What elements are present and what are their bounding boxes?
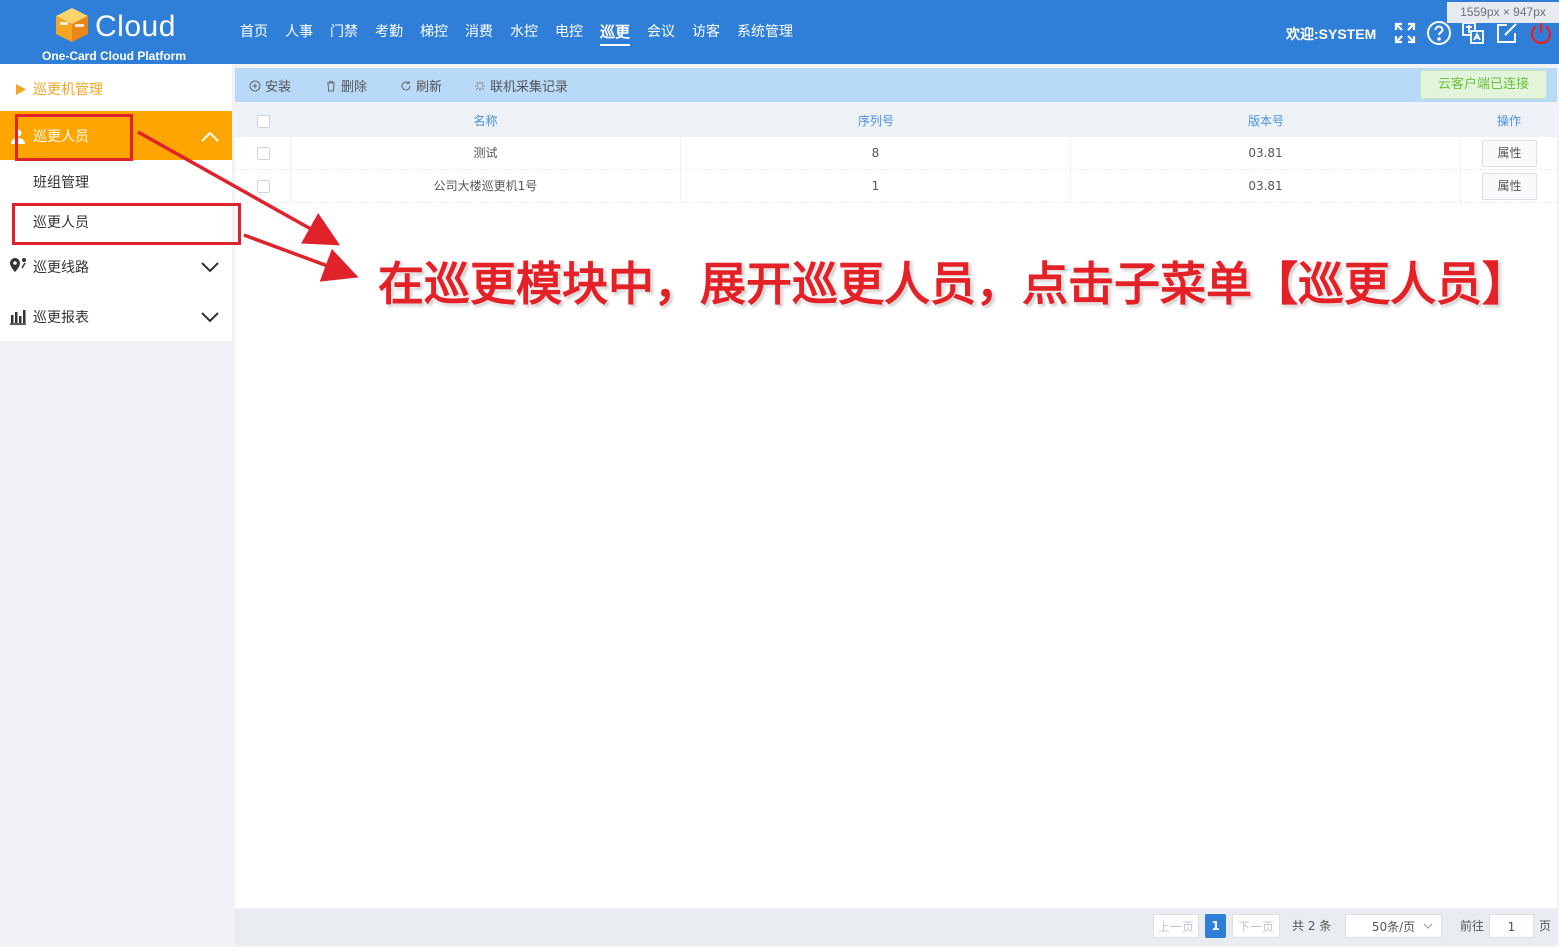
table-row: 测试 8 03.81 属性 (235, 137, 1557, 170)
table-header: 名称 序列号 版本号 操作 (235, 106, 1557, 137)
cell-serial: 8 (681, 137, 1071, 170)
current-page[interactable]: 1 (1205, 914, 1226, 938)
sidebar-label-machine-mgmt: 巡更机管理 (33, 82, 103, 98)
next-page-button[interactable]: 下一页 (1232, 914, 1280, 938)
sidebar-item-route[interactable]: 巡更线路 (0, 242, 232, 291)
brand-name: Cloud (95, 10, 176, 43)
refresh-label: 刷新 (416, 80, 443, 95)
cell-name: 公司大楼巡更机1号 (290, 170, 681, 203)
annotation-instruction-text: 在巡更模块中，展开巡更人员，点击子菜单【巡更人员】 (378, 257, 1528, 311)
sync-icon (475, 80, 485, 91)
cell-version: 03.81 (1071, 170, 1461, 203)
cell-serial: 1 (681, 170, 1071, 203)
nav-access[interactable]: 门禁 (322, 0, 366, 64)
select-all-checkbox[interactable] (257, 115, 270, 128)
nav-patrol[interactable]: 巡更 (592, 0, 638, 64)
translate-icon[interactable] (1460, 20, 1486, 46)
chevron-down-icon (1423, 923, 1433, 929)
row-checkbox[interactable] (257, 147, 270, 160)
cube-logo-icon (56, 8, 88, 42)
collect-records-button[interactable]: 联机采集记录 (474, 76, 568, 95)
collect-records-label: 联机采集记录 (490, 80, 569, 95)
brand-logo[interactable]: Cloud One-Card Cloud Platform (40, 4, 190, 63)
delete-button[interactable]: 删除 (325, 76, 367, 95)
annotation-highlight-group (15, 114, 133, 161)
caret-right-icon (16, 84, 26, 95)
properties-button[interactable]: 属性 (1482, 140, 1537, 167)
bar-chart-icon (10, 310, 26, 325)
goto-page-input[interactable]: 1 (1489, 914, 1534, 938)
properties-button[interactable]: 属性 (1482, 173, 1537, 200)
sidebar-item-machine-mgmt[interactable]: 巡更机管理 (0, 64, 232, 114)
total-count: 共 2 条 (1292, 919, 1332, 933)
row-checkbox[interactable] (257, 180, 270, 193)
power-icon[interactable] (1528, 20, 1554, 46)
sidebar-label-route: 巡更线路 (33, 259, 89, 276)
header-serial: 序列号 (857, 114, 894, 128)
refresh-button[interactable]: 刷新 (400, 76, 442, 95)
nav-meeting[interactable]: 会议 (639, 0, 683, 64)
nav-home[interactable]: 首页 (232, 0, 276, 64)
refresh-icon (401, 80, 411, 90)
page-size-select[interactable]: 50条/页 (1345, 914, 1442, 938)
header-name: 名称 (473, 114, 498, 128)
nav-visitor[interactable]: 访客 (684, 0, 728, 64)
table-row: 公司大楼巡更机1号 1 03.81 属性 (235, 170, 1557, 203)
action-toolbar: 安装 删除 刷新 联机采集记录 云客户端已连接 (235, 68, 1557, 102)
cell-name: 测试 (290, 137, 681, 170)
sidebar-sub-team-mgmt[interactable]: 班组管理 (0, 162, 232, 202)
header-icons (1392, 20, 1554, 46)
chevron-down-icon (201, 262, 219, 273)
main-nav: 首页 人事 门禁 考勤 梯控 消费 水控 电控 巡更 会议 访客 系统管理 (232, 0, 802, 64)
nav-consumption[interactable]: 消费 (457, 0, 501, 64)
nav-attendance[interactable]: 考勤 (367, 0, 411, 64)
fullscreen-icon[interactable] (1392, 20, 1418, 46)
page-unit-label: 页 (1539, 919, 1552, 933)
dimension-badge: 1559px × 947px (1447, 2, 1559, 23)
header-version: 版本号 (1247, 114, 1284, 128)
chevron-down-icon (201, 312, 219, 323)
top-bar: Cloud One-Card Cloud Platform 首页 人事 门禁 考… (0, 0, 1559, 64)
delete-label: 删除 (341, 80, 368, 95)
connection-status-badge: 云客户端已连接 (1420, 70, 1547, 99)
trash-icon (327, 80, 335, 91)
header-action: 操作 (1496, 114, 1521, 128)
edit-icon[interactable] (1494, 20, 1520, 46)
nav-power[interactable]: 电控 (547, 0, 591, 64)
plus-circle-icon (249, 80, 261, 91)
nav-hr[interactable]: 人事 (277, 0, 321, 64)
nav-elevator[interactable]: 梯控 (412, 0, 456, 64)
page-size-value: 50条/页 (1371, 920, 1416, 934)
help-icon[interactable] (1426, 20, 1452, 46)
goto-label: 前往 (1460, 919, 1485, 933)
nav-system[interactable]: 系统管理 (729, 0, 801, 64)
map-pin-icon (10, 258, 26, 272)
annotation-highlight-submenu (12, 203, 241, 245)
nav-water[interactable]: 水控 (502, 0, 546, 64)
chevron-up-icon (201, 131, 219, 142)
device-table: 名称 序列号 版本号 操作 测试 8 03.81 属性 公司大楼巡更机1号 1 … (235, 106, 1557, 908)
welcome-text: 欢迎:SYSTEM (1286, 26, 1377, 42)
cell-version: 03.81 (1071, 137, 1461, 170)
install-label: 安装 (265, 80, 292, 95)
brand-subtitle: One-Card Cloud Platform (42, 49, 187, 63)
sidebar-label-report: 巡更报表 (33, 309, 89, 326)
prev-page-button[interactable]: 上一页 (1153, 914, 1199, 938)
sidebar-sub-label-team: 班组管理 (33, 175, 89, 191)
sidebar-item-report[interactable]: 巡更报表 (0, 292, 232, 341)
pagination: 上一页 1 下一页 共 2 条 50条/页 前往 1 页 (235, 909, 1557, 945)
install-button[interactable]: 安装 (249, 76, 291, 95)
